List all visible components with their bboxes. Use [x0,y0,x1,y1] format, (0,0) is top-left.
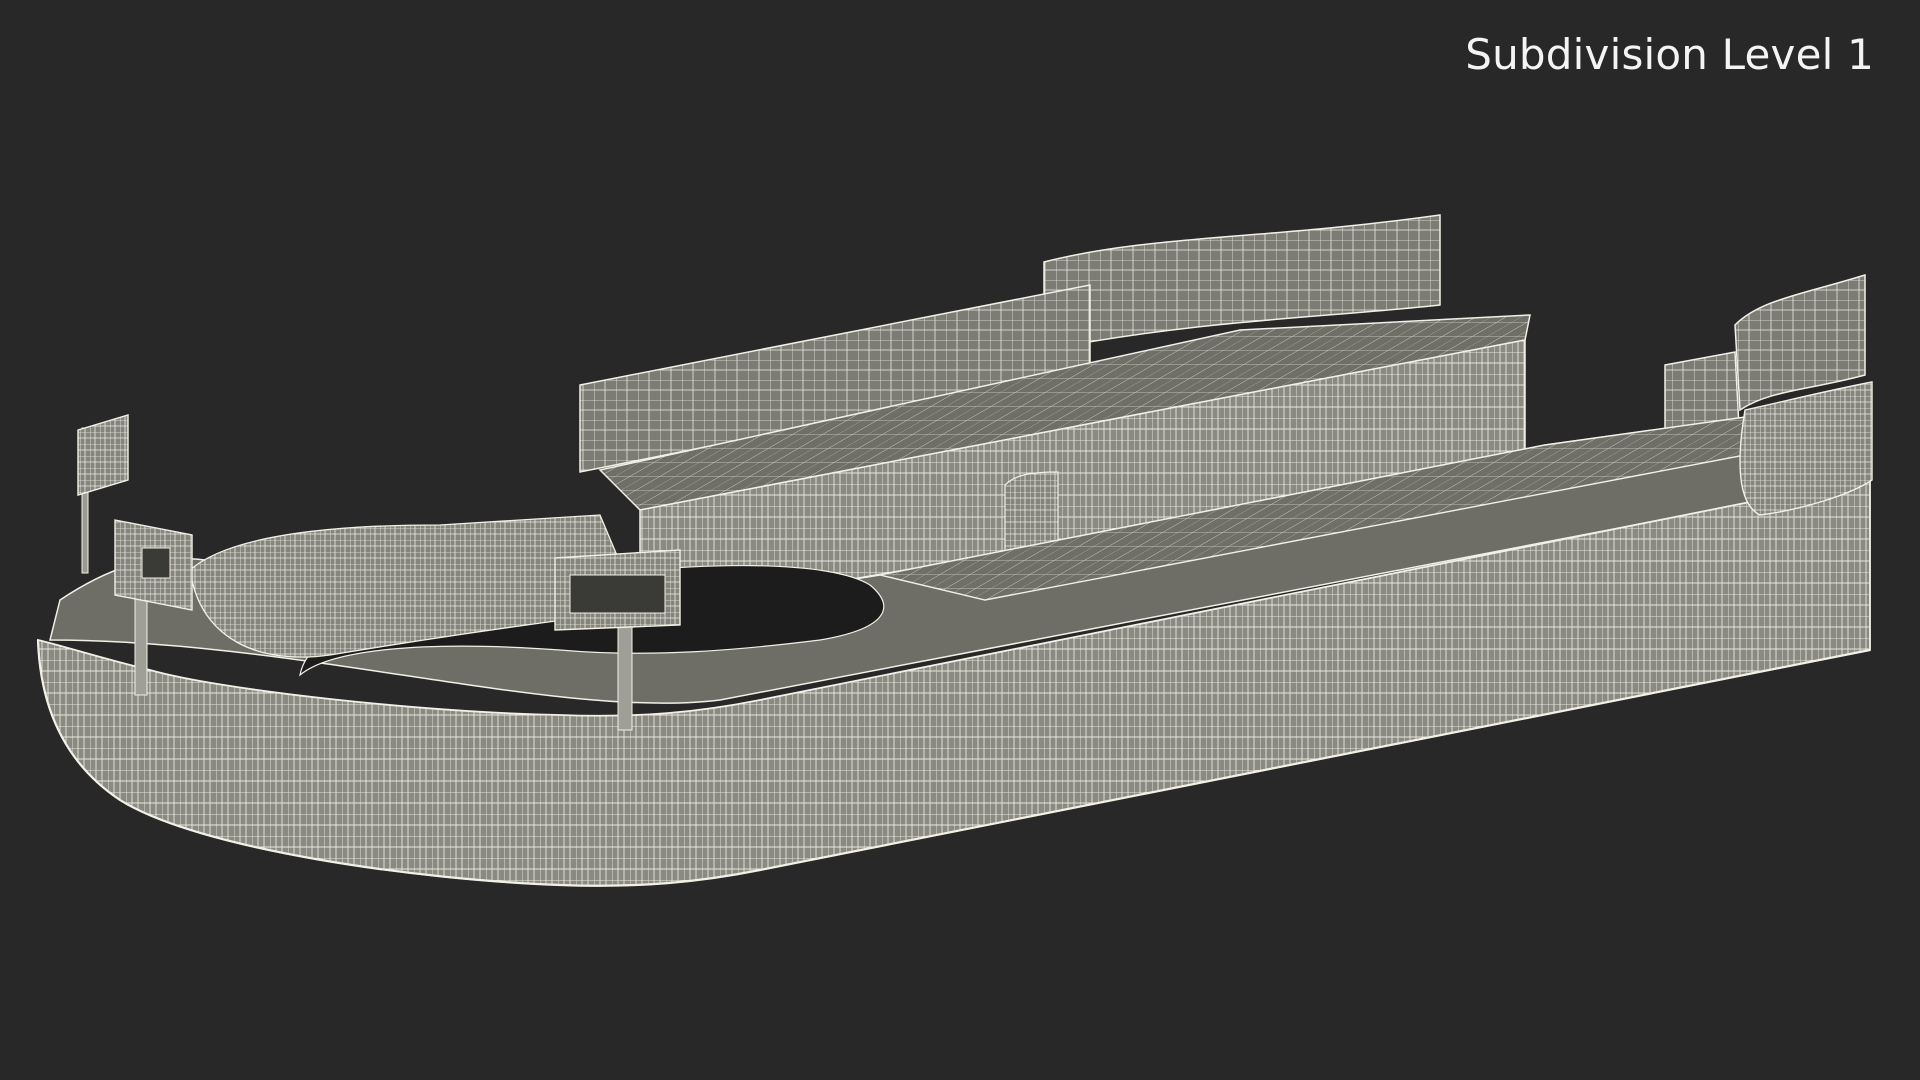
3d-viewport[interactable]: Subdivision Level 1 [0,0,1920,1080]
subdivision-level-label: Subdivision Level 1 [1465,30,1874,79]
wireframe-track-model [36,214,1873,887]
